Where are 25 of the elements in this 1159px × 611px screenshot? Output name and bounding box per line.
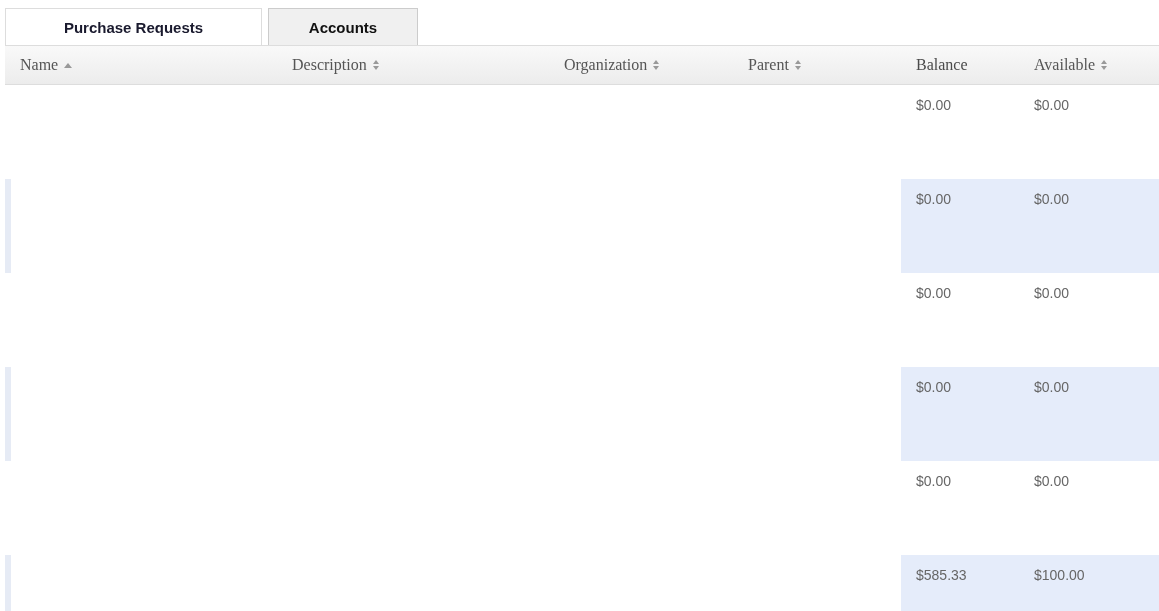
- table-cell: $0.00: [916, 379, 952, 395]
- table-cell: $0.00: [1034, 191, 1070, 207]
- table-cell: $0.00: [916, 191, 952, 207]
- column-header[interactable]: Name: [20, 56, 59, 74]
- sort-icon: [1101, 60, 1107, 70]
- tab[interactable]: Purchase Requests: [5, 8, 262, 45]
- column-header[interactable]: Organization: [564, 56, 648, 74]
- column-header[interactable]: Balance: [916, 56, 968, 74]
- table-cell: $0.00: [1034, 285, 1070, 301]
- column-header[interactable]: Description: [292, 56, 367, 74]
- column-header[interactable]: Available: [1034, 56, 1095, 74]
- table-cell: $100.00: [1034, 567, 1085, 583]
- table-cell: $0.00: [916, 285, 952, 301]
- table-cell: $585.33: [916, 567, 967, 583]
- table-cell: $0.00: [1034, 379, 1070, 395]
- sort-icon: [372, 60, 379, 70]
- table-cell: $0.00: [916, 97, 952, 113]
- table-cell: $0.00: [916, 473, 952, 489]
- table-cell: $0.00: [1034, 97, 1070, 113]
- tab[interactable]: Accounts: [268, 8, 418, 45]
- column-header[interactable]: Parent: [748, 56, 789, 74]
- table-cell: $0.00: [1034, 473, 1070, 489]
- sort-icon: [653, 60, 660, 70]
- sort-icon: [794, 60, 801, 70]
- sort-ascending-icon: [64, 62, 73, 68]
